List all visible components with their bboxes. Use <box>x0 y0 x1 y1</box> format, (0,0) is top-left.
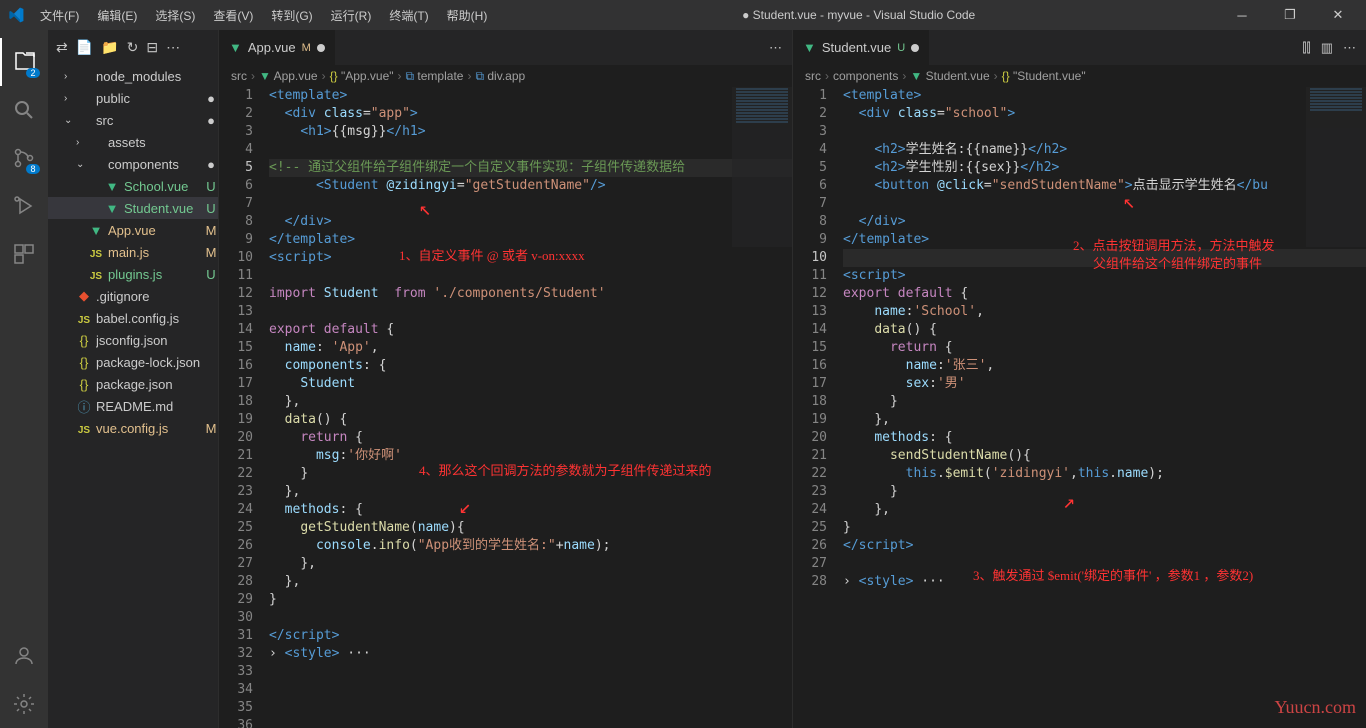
code-content[interactable]: <template> <div class="app"> <h1>{{msg}}… <box>269 87 792 728</box>
tabbar-left: ▼ App.vue M ⋯ <box>219 30 792 65</box>
tree-item-readme-md[interactable]: ⓘREADME.md <box>48 395 218 417</box>
vue-icon: ▼ <box>229 40 242 55</box>
activity-bar: 2 8 <box>0 30 48 728</box>
watermark: Yuucn.com <box>1275 697 1356 718</box>
breadcrumbs-left[interactable]: src › ▼ App.vue › {} "App.vue" › ⧉ templ… <box>219 65 792 87</box>
gutter: 1234567891011121314151617181920212223242… <box>793 87 843 728</box>
menubar: 文件(F) 编辑(E) 选择(S) 查看(V) 转到(G) 运行(R) 终端(T… <box>32 3 495 28</box>
sidebar-actions: ⇄ 📄 📁 ↻ ⊟ ⋯ <box>56 39 180 56</box>
tree-item-jsconfig-json[interactable]: {}jsconfig.json <box>48 329 218 351</box>
new-folder-icon[interactable]: 📁 <box>101 39 118 56</box>
tabbar-right: ▼ Student.vue U ⫿⫿ ▥ ⋯ <box>793 30 1366 65</box>
modified-icon <box>911 44 919 52</box>
compare-icon[interactable]: ⫿⫿ <box>1302 40 1310 56</box>
more-icon[interactable]: ⋯ <box>769 40 782 56</box>
menu-help[interactable]: 帮助(H) <box>439 3 496 28</box>
file-tree: ›node_modules›public●⌄src●›assets⌄compon… <box>48 65 218 728</box>
tree-item-public[interactable]: ›public● <box>48 87 218 109</box>
more-icon[interactable]: ⋯ <box>1343 40 1356 56</box>
titlebar: 文件(F) 编辑(E) 选择(S) 查看(V) 转到(G) 运行(R) 终端(T… <box>0 0 1366 30</box>
menu-go[interactable]: 转到(G) <box>263 3 320 28</box>
tree-item--gitignore[interactable]: ◆.gitignore <box>48 285 218 307</box>
annotation-arrow: ↖ <box>419 199 431 217</box>
collapse-icon[interactable]: ⊟ <box>146 39 158 56</box>
debug-tab[interactable] <box>0 182 48 230</box>
tree-item-student-vue[interactable]: ▼Student.vueU <box>48 197 218 219</box>
menu-view[interactable]: 查看(V) <box>205 3 261 28</box>
tree-item-babel-config-js[interactable]: JSbabel.config.js <box>48 307 218 329</box>
explorer-sidebar: ⇄ 📄 📁 ↻ ⊟ ⋯ ›node_modules›public●⌄src●›a… <box>48 30 218 728</box>
more-icon[interactable]: ⋯ <box>166 39 180 56</box>
close-button[interactable]: ✕ <box>1318 1 1358 29</box>
code-area-right[interactable]: 1234567891011121314151617181920212223242… <box>793 87 1366 728</box>
breadcrumbs-right[interactable]: src › components › ▼ Student.vue › {} "S… <box>793 65 1366 87</box>
menu-terminal[interactable]: 终端(T) <box>381 3 436 28</box>
minimap[interactable] <box>1306 87 1366 247</box>
window-controls: ─ ❐ ✕ <box>1222 1 1358 29</box>
gutter: 1234567891011121314151617181920212223242… <box>219 87 269 728</box>
scm-tab[interactable]: 8 <box>0 134 48 182</box>
tab-status: M <box>302 42 311 54</box>
maximize-button[interactable]: ❐ <box>1270 1 1310 29</box>
split-icon[interactable]: ▥ <box>1321 40 1333 56</box>
extensions-tab[interactable] <box>0 230 48 278</box>
tree-item-school-vue[interactable]: ▼School.vueU <box>48 175 218 197</box>
minimize-button[interactable]: ─ <box>1222 1 1262 29</box>
sidebar-header: ⇄ 📄 📁 ↻ ⊟ ⋯ <box>48 30 218 65</box>
menu-run[interactable]: 运行(R) <box>323 3 380 28</box>
accounts-tab[interactable] <box>0 632 48 680</box>
tree-item-main-js[interactable]: JSmain.jsM <box>48 241 218 263</box>
toggle-icon[interactable]: ⇄ <box>56 39 68 56</box>
tree-item-package-lock-json[interactable]: {}package-lock.json <box>48 351 218 373</box>
tab-name: Student.vue <box>822 40 891 55</box>
menu-file[interactable]: 文件(F) <box>32 3 87 28</box>
tree-item-app-vue[interactable]: ▼App.vueM <box>48 219 218 241</box>
tab-status: U <box>897 42 905 54</box>
tree-item-assets[interactable]: ›assets <box>48 131 218 153</box>
annotation: 1、自定义事件 @ 或者 v-on:xxxx <box>399 247 585 265</box>
annotation: 父组件给这个组件绑定的事件 <box>1093 255 1262 273</box>
tree-item-vue-config-js[interactable]: JSvue.config.jsM <box>48 417 218 439</box>
explorer-badge: 2 <box>26 68 40 78</box>
settings-tab[interactable] <box>0 680 48 728</box>
code-content[interactable]: <template> <div class="school"> <h2>学生姓名… <box>843 87 1366 728</box>
tab-app-vue[interactable]: ▼ App.vue M <box>219 30 336 65</box>
annotation-arrow: ↖ <box>1123 192 1135 210</box>
annotation-arrow: ↗ <box>1063 492 1075 510</box>
editor-left: ▼ App.vue M ⋯ src › ▼ App.vue › {} "App.… <box>218 30 792 728</box>
annotation: 3、触发通过 $emit('绑定的事件' ，参数1 ，参数2) <box>973 567 1253 585</box>
menu-edit[interactable]: 编辑(E) <box>89 3 145 28</box>
window-title: ● Student.vue - myvue - Visual Studio Co… <box>495 8 1222 22</box>
refresh-icon[interactable]: ↻ <box>127 39 139 56</box>
editor-right: ▼ Student.vue U ⫿⫿ ▥ ⋯ src › components … <box>792 30 1366 728</box>
tree-item-node_modules[interactable]: ›node_modules <box>48 65 218 87</box>
minimap[interactable] <box>732 87 792 247</box>
vue-icon: ▼ <box>803 40 816 55</box>
tree-item-plugins-js[interactable]: JSplugins.jsU <box>48 263 218 285</box>
code-area-left[interactable]: 1234567891011121314151617181920212223242… <box>219 87 792 728</box>
tab-name: App.vue <box>248 40 296 55</box>
annotation: 2、点击按钮调用方法，方法中触发 <box>1073 237 1275 255</box>
explorer-tab[interactable]: 2 <box>0 38 48 86</box>
tree-item-package-json[interactable]: {}package.json <box>48 373 218 395</box>
menu-selection[interactable]: 选择(S) <box>147 3 203 28</box>
vscode-logo <box>8 7 24 23</box>
scm-badge: 8 <box>26 164 40 174</box>
annotation: 4、那么这个回调方法的参数就为子组件传递过来的 <box>419 462 712 480</box>
tree-item-components[interactable]: ⌄components● <box>48 153 218 175</box>
new-file-icon[interactable]: 📄 <box>76 39 93 56</box>
modified-icon <box>317 44 325 52</box>
search-tab[interactable] <box>0 86 48 134</box>
annotation-arrow: ↙ <box>459 497 471 515</box>
tree-item-src[interactable]: ⌄src● <box>48 109 218 131</box>
tab-student-vue[interactable]: ▼ Student.vue U <box>793 30 930 65</box>
